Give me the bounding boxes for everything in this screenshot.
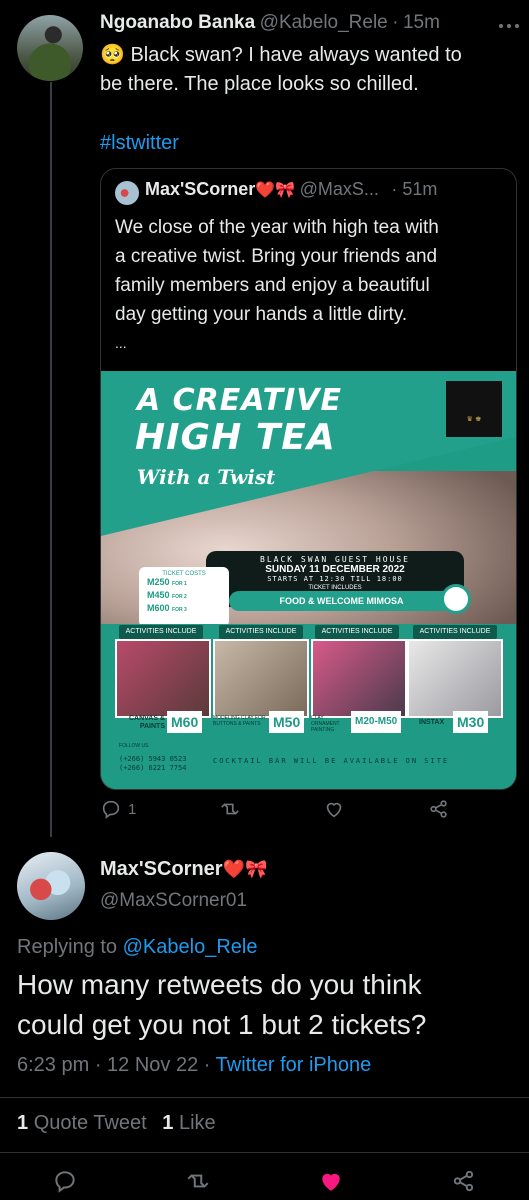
follow-us: FOLLOW US	[119, 743, 149, 749]
heart-filled-icon	[322, 1173, 340, 1191]
hashtag-link[interactable]: #lstwitter	[100, 129, 179, 158]
heart-bow-emoji: ❤️🎀	[255, 182, 296, 199]
tweet-header: Ngoanabo Banka @Kabelo_Rele · 15m	[100, 12, 440, 33]
like-button[interactable]	[323, 798, 345, 820]
heart-icon	[327, 802, 342, 818]
activity-photo-ornament	[311, 639, 407, 718]
pleading-emoji: 🥺	[100, 44, 125, 66]
activity-label: CLAY ORNAMENT PAINTING	[311, 715, 340, 733]
poster-footer: COCKTAIL BAR WILL BE AVAILABLE ON SITE	[213, 757, 450, 765]
phone-numbers: (+266) 5943 0523 (+266) 6221 7754	[119, 755, 187, 772]
engagement-stats: 1 Quote Tweet 1 Like	[17, 1112, 216, 1135]
divider	[0, 1152, 529, 1153]
activity-photo-clay	[213, 639, 309, 718]
activity-price: M30	[453, 711, 489, 733]
retweet-icon	[187, 1174, 209, 1188]
author-handle[interactable]: @Kabelo_Rele	[260, 12, 388, 33]
quoted-text: We close of the year with high tea with …	[115, 217, 439, 351]
activity-header: ACTIVITIES INCLUDE	[315, 625, 399, 639]
reply-icon	[102, 800, 120, 819]
event-poster-image[interactable]: A CREATIVE HIGH TEA With a Twist ♛ ♚ BLA…	[101, 371, 516, 789]
activity-photo-canvas	[115, 639, 211, 718]
activity-photo-instax	[407, 639, 503, 718]
retweet-icon	[221, 803, 239, 815]
reply-author-row: Max'SCorner❤️🎀	[100, 858, 267, 881]
activity-label: INSTAX	[419, 719, 445, 726]
quoted-tweet[interactable]: Max'SCorner❤️🎀 @MaxS... · 51m We close o…	[100, 168, 517, 790]
thread-line	[50, 82, 52, 837]
tweet-text: 🥺 Black swan? I have always wanted to be…	[100, 44, 462, 95]
avatar[interactable]	[17, 15, 83, 81]
activity-header: ACTIVITIES INCLUDE	[413, 625, 497, 639]
includes-banner: FOOD & WELCOME MIMOSA	[229, 591, 454, 611]
reply-text: How many retweets do you think could get…	[17, 969, 427, 1040]
quote-tweet-stat[interactable]: 1 Quote Tweet	[17, 1112, 147, 1134]
more-icon[interactable]	[498, 18, 520, 34]
replying-to: Replying to @Kabelo_Rele	[17, 936, 258, 958]
share-button[interactable]	[428, 798, 450, 820]
author-name[interactable]: Ngoanabo Banka	[100, 12, 255, 33]
quoted-time: · 51m	[391, 179, 438, 199]
retweet-button[interactable]	[185, 1168, 211, 1194]
reply-button[interactable]: 1	[100, 798, 136, 820]
reply-author-name[interactable]: Max'SCorner	[100, 858, 223, 880]
like-stat[interactable]: 1 Like	[162, 1112, 215, 1134]
poster-subtitle: With a Twist	[137, 465, 276, 489]
activity-header: ACTIVITIES INCLUDE	[119, 625, 203, 639]
tweet-actions: 1	[100, 798, 450, 820]
reply-icon	[55, 1171, 75, 1193]
reply-count: 1	[128, 800, 137, 818]
poster-title1: A CREATIVE	[137, 383, 342, 418]
quoted-header: Max'SCorner❤️🎀 @MaxS... · 51m	[115, 179, 510, 205]
heart-bow-emoji: ❤️🎀	[222, 859, 268, 879]
activity-price: M20-M50	[351, 711, 402, 733]
activity-label: CANVAS & PAINTS	[128, 715, 165, 730]
reply-client[interactable]: Twitter for iPhone	[216, 1054, 372, 1076]
share-icon	[430, 800, 447, 818]
poster-title2: HIGH TEA	[135, 417, 336, 458]
poster-logo: ♛ ♚	[446, 381, 502, 437]
divider	[0, 1097, 529, 1098]
quoted-author: Max'SCorner	[145, 179, 256, 199]
ticket-circle	[441, 584, 471, 614]
reply-timestamp[interactable]: 6:23 pm · 12 Nov 22 ·	[17, 1054, 210, 1076]
activity-price: M60	[167, 711, 203, 733]
quoted-handle: @MaxS...	[299, 179, 379, 199]
reply-meta: 6:23 pm · 12 Nov 22 · Twitter for iPhone	[17, 1054, 371, 1077]
share-button[interactable]	[451, 1168, 477, 1194]
activity-header: ACTIVITIES INCLUDE	[219, 625, 303, 639]
activity-label: MODELING CLAY FOR BUTTONS & PAINTS	[213, 715, 266, 727]
reply-avatar[interactable]	[17, 852, 85, 920]
reply-handle[interactable]: @MaxSCorner01	[100, 890, 247, 912]
reply-button[interactable]	[52, 1168, 78, 1194]
tweet-time[interactable]: 15m	[403, 12, 440, 33]
like-button-active[interactable]	[318, 1168, 344, 1194]
reply-actions	[52, 1168, 477, 1194]
activity-price: M50	[269, 711, 305, 733]
replying-to-link[interactable]: @Kabelo_Rele	[123, 936, 258, 958]
quoted-avatar	[115, 181, 139, 205]
retweet-button[interactable]	[219, 798, 241, 820]
ticket-costs-card: TICKET COSTS M250 FOR 1 M450 FOR 2 M600 …	[139, 567, 229, 627]
share-icon	[453, 1170, 474, 1192]
